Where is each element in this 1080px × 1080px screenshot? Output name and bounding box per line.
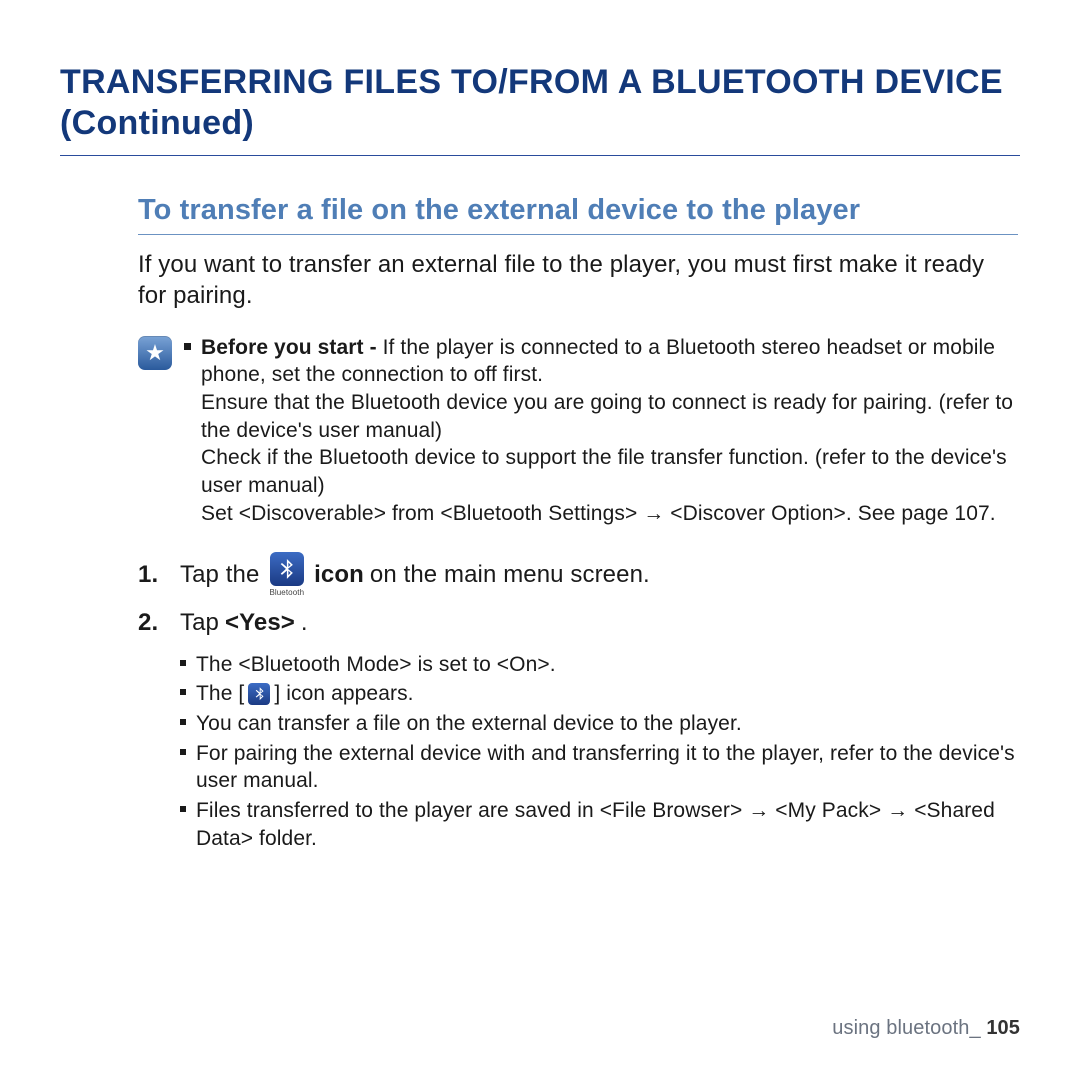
- step-2-text-c: .: [301, 605, 308, 641]
- step-1-text-c: on the main menu screen.: [370, 557, 650, 593]
- bluetooth-menu-icon: Bluetooth: [269, 552, 304, 599]
- sub-bullet-2-text-b: ] icon appears.: [274, 680, 413, 708]
- sub-bullet-3: You can transfer a file on the external …: [180, 710, 1018, 738]
- sub-bullet-2: The [ ] icon appears.: [180, 680, 1018, 708]
- bluetooth-glyph: [252, 686, 267, 701]
- sub-bullet-5-text: Files transferred to the player are save…: [196, 797, 1018, 852]
- note-line-2-text: Ensure that the Bluetooth device you are…: [201, 389, 1018, 444]
- page-title: TRANSFERRING FILES TO/FROM A BLUETOOTH D…: [60, 62, 1020, 156]
- sub-bullet-4: For pairing the external device with and…: [180, 740, 1018, 795]
- sub-bullet-4-text: For pairing the external device with and…: [196, 740, 1018, 795]
- step-2-number: 2.: [138, 605, 164, 641]
- sub-bullet-1-text: The <Bluetooth Mode> is set to <On>.: [196, 651, 1018, 679]
- note-line-3-text: Check if the Bluetooth device to support…: [201, 444, 1018, 499]
- sub-bullet-list: The <Bluetooth Mode> is set to <On>. The…: [180, 651, 1018, 853]
- square-bullet-icon: [184, 343, 191, 350]
- square-bullet-icon: [180, 806, 186, 812]
- note-line-1: Before you start - If the player is conn…: [184, 334, 1018, 528]
- step-1: 1. Tap the Bluetooth icon on the main me…: [138, 552, 1018, 599]
- intro-paragraph: If you want to transfer an external file…: [138, 249, 1018, 311]
- manual-page: TRANSFERRING FILES TO/FROM A BLUETOOTH D…: [0, 0, 1080, 1080]
- steps-list: 1. Tap the Bluetooth icon on the main me…: [138, 552, 1018, 641]
- square-bullet-icon: [180, 749, 186, 755]
- content-block: To transfer a file on the external devic…: [60, 192, 1020, 853]
- square-bullet-icon: [180, 719, 186, 725]
- square-bullet-icon: [180, 689, 186, 695]
- page-footer: using bluetooth_ 105: [832, 1017, 1020, 1040]
- step-1-text-a: Tap the: [180, 557, 259, 593]
- bluetooth-icon: [270, 552, 304, 586]
- before-you-start-label: Before you start -: [201, 336, 383, 359]
- step-2-text-b: <Yes>: [225, 605, 295, 641]
- sub-bullet-2-text-a: The [: [196, 680, 244, 708]
- step-1-number: 1.: [138, 557, 164, 593]
- star-glyph: ★: [145, 342, 165, 364]
- note-text: Before you start - If the player is conn…: [184, 334, 1018, 528]
- note-line-4-text: Set <Discoverable> from <Bluetooth Setti…: [201, 500, 1018, 528]
- sub-bullet-1: The <Bluetooth Mode> is set to <On>.: [180, 651, 1018, 679]
- bluetooth-status-icon: [248, 683, 270, 705]
- note-box: ★ Before you start - If the player is co…: [138, 334, 1018, 528]
- bluetooth-caption: Bluetooth: [269, 587, 304, 599]
- sub-bullet-5: Files transferred to the player are save…: [180, 797, 1018, 852]
- footer-label: using bluetooth_: [832, 1017, 986, 1039]
- square-bullet-icon: [180, 660, 186, 666]
- note-star-icon: ★: [138, 336, 172, 370]
- step-1-text-b: icon: [314, 557, 364, 593]
- section-subheading: To transfer a file on the external devic…: [138, 192, 1018, 235]
- step-2-text-a: Tap: [180, 605, 219, 641]
- sub-bullet-3-text: You can transfer a file on the external …: [196, 710, 1018, 738]
- step-2: 2. Tap <Yes>.: [138, 605, 1018, 641]
- footer-page-number: 105: [986, 1017, 1020, 1039]
- bluetooth-glyph: [275, 557, 299, 581]
